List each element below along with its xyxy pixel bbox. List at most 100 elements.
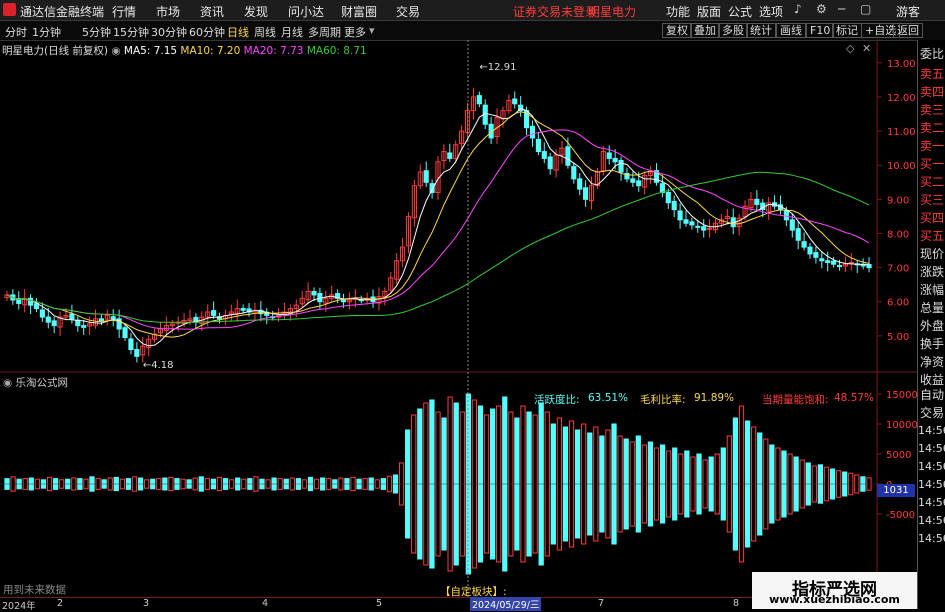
candle-body bbox=[683, 219, 689, 224]
candle-body bbox=[423, 170, 429, 183]
candle-body bbox=[571, 166, 577, 180]
strip-buy1[interactable]: 买一 bbox=[920, 155, 944, 172]
metric-activity-value: 63.51% bbox=[588, 392, 629, 404]
ma-legend: 明星电力(日线 前复权) ◉ MA5: 7.15 MA10: 7.20 MA20… bbox=[2, 43, 367, 58]
watermark: 指标严选网 www.xuezhibiao.com bbox=[752, 572, 917, 609]
trade-time: 14:56 bbox=[918, 478, 945, 491]
candle-body bbox=[701, 226, 707, 231]
candle-body bbox=[311, 291, 317, 296]
candle-body bbox=[801, 241, 807, 248]
candle-body bbox=[128, 338, 134, 351]
candle-body bbox=[565, 146, 571, 166]
candle-body bbox=[813, 252, 819, 258]
candle-body bbox=[659, 183, 665, 194]
diamond-icon[interactable]: ◇ bbox=[846, 42, 854, 55]
price-tick-label: 13.00 bbox=[887, 59, 916, 70]
candle-body bbox=[836, 265, 843, 268]
strip-sell4[interactable]: 卖四 bbox=[920, 83, 944, 100]
price-tick-label: 7.00 bbox=[887, 264, 909, 275]
legend-toggle-icon[interactable]: ◉ bbox=[111, 45, 120, 57]
candle-body bbox=[547, 156, 553, 170]
trade-time: 14:56 bbox=[918, 424, 945, 437]
metric-saturation-value: 48.57% bbox=[834, 392, 875, 404]
strip-outer[interactable]: 外盘 bbox=[920, 317, 944, 334]
date-tick: 3 bbox=[143, 598, 150, 609]
price-tick-label: 6.00 bbox=[887, 298, 909, 309]
candle-body bbox=[81, 325, 87, 328]
candle-body bbox=[33, 303, 40, 310]
candle-body bbox=[577, 178, 583, 190]
stock-period-label: 明星电力(日线 前复权) bbox=[2, 45, 109, 57]
strip-turnover[interactable]: 换手 bbox=[920, 335, 944, 352]
sub-tick-label: -5000 bbox=[886, 510, 915, 521]
candle-body bbox=[636, 180, 642, 187]
candle-body bbox=[754, 198, 760, 205]
trade-time: 14:56 bbox=[918, 442, 945, 455]
sub-tick-label: 10000 bbox=[886, 420, 918, 431]
strip-auto[interactable]: 自动 bbox=[920, 386, 944, 403]
date-tick-year: 2024年 bbox=[2, 601, 36, 612]
strip-buy5[interactable]: 买五 bbox=[920, 227, 944, 244]
strip-buy4[interactable]: 买四 bbox=[920, 209, 944, 226]
strip-netasset[interactable]: 净资 bbox=[920, 353, 944, 370]
metric-margin-label: 毛利比率: bbox=[640, 394, 686, 406]
date-tick: 2 bbox=[57, 598, 64, 609]
extreme-price-label: ←12.91 bbox=[479, 62, 516, 73]
candle-body bbox=[789, 219, 795, 231]
candle-body bbox=[671, 200, 677, 211]
strip-volume[interactable]: 总量 bbox=[920, 299, 944, 316]
date-tick: 5 bbox=[376, 598, 383, 609]
legend-ma20: MA20: 7.73 bbox=[243, 45, 304, 57]
candle-body bbox=[630, 178, 636, 183]
candle-body bbox=[695, 225, 701, 228]
strip-buy3[interactable]: 买三 bbox=[920, 191, 944, 208]
metric-saturation-label: 当期量能饱和: bbox=[762, 394, 829, 406]
price-tick-label: 11.00 bbox=[887, 127, 916, 138]
candle-body bbox=[689, 221, 695, 226]
metric-margin-value: 91.89% bbox=[694, 392, 735, 404]
candle-body bbox=[211, 310, 217, 316]
candle-body bbox=[583, 187, 589, 200]
candle-body bbox=[447, 152, 453, 159]
strip-buy2[interactable]: 买二 bbox=[920, 173, 944, 190]
date-tick: 7 bbox=[598, 598, 605, 609]
candle-body bbox=[807, 246, 813, 255]
strip-trade[interactable]: 交易 bbox=[920, 404, 944, 421]
trade-time: 14:56 bbox=[918, 532, 945, 545]
date-tick: 8 bbox=[733, 598, 740, 609]
strip-price[interactable]: 现价 bbox=[920, 245, 944, 262]
ma5-line bbox=[6, 108, 870, 347]
indicator-title: ◉ 乐淘公式网 bbox=[3, 375, 68, 390]
strip-weibi[interactable]: 委比 bbox=[920, 45, 944, 62]
indicator-name: 乐淘公式网 bbox=[15, 377, 69, 389]
candle-body bbox=[612, 157, 618, 163]
candle-body bbox=[795, 228, 801, 241]
candle-body bbox=[122, 327, 128, 339]
candle-body bbox=[825, 260, 831, 263]
candle-body bbox=[51, 320, 57, 327]
candle-body bbox=[240, 308, 246, 311]
strip-change[interactable]: 涨跌 bbox=[920, 263, 944, 280]
candle-body bbox=[541, 151, 547, 159]
candle-body bbox=[98, 318, 104, 322]
strip-pct[interactable]: 涨幅 bbox=[920, 281, 944, 298]
legend-ma10: MA10: 7.20 bbox=[180, 45, 241, 57]
candle-body bbox=[618, 159, 624, 173]
legend-ma5: MA5: 7.15 bbox=[123, 45, 178, 57]
candle-body bbox=[783, 210, 789, 221]
candle-body bbox=[110, 316, 116, 320]
sub-tick-label: 5000 bbox=[886, 450, 911, 461]
strip-sell3[interactable]: 卖三 bbox=[920, 101, 944, 118]
indicator-toggle-icon[interactable]: ◉ bbox=[3, 377, 12, 389]
candle-body bbox=[512, 98, 518, 105]
price-tick-label: 9.00 bbox=[887, 195, 909, 206]
strip-sell2[interactable]: 卖二 bbox=[920, 119, 944, 136]
close-panel-icon[interactable]: ✕ bbox=[862, 42, 871, 55]
strip-sell5[interactable]: 卖五 bbox=[920, 65, 944, 82]
strip-sell1[interactable]: 卖一 bbox=[920, 137, 944, 154]
candle-body bbox=[606, 152, 612, 159]
metric-activity-label: 活跃度比: bbox=[534, 394, 580, 406]
price-tick-label: 12.00 bbox=[887, 93, 916, 104]
trade-time: 14:56 bbox=[918, 514, 945, 527]
price-tick-label: 8.00 bbox=[887, 229, 909, 240]
